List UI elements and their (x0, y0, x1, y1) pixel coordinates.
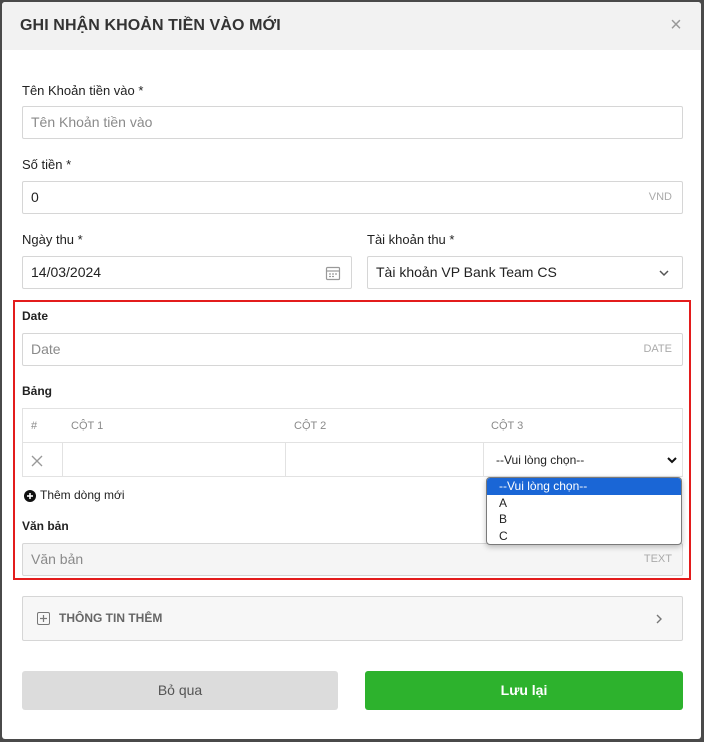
name-label: Tên Khoản tiền vào * (22, 83, 144, 98)
chevron-down-icon (659, 270, 669, 277)
text-field-type: TEXT (643, 553, 672, 565)
delete-row-icon[interactable] (30, 454, 44, 468)
plus-circle-icon (24, 489, 36, 502)
date-received-label: Ngày thu * (22, 232, 83, 247)
name-placeholder: Tên Khoản tiền vào (31, 114, 153, 130)
date-field-placeholder: Date (31, 341, 61, 357)
chevron-down-icon (667, 457, 677, 464)
save-button[interactable]: Lưu lại (365, 671, 683, 710)
column-header-index: # (31, 420, 38, 432)
dropdown-option[interactable]: --Vui lòng chọn-- (487, 478, 681, 495)
modal-dialog: GHI NHẬN KHOẢN TIỀN VÀO MỚI × Tên Khoản … (2, 2, 701, 739)
col3-dropdown-list: --Vui lòng chọn-- A B C (486, 477, 682, 545)
chevron-right-icon (656, 614, 662, 624)
plus-square-icon (37, 612, 50, 625)
date-received-value: 14/03/2024 (31, 264, 102, 280)
date-received-input[interactable]: 14/03/2024 (22, 256, 352, 289)
column-header-3: CỘT 3 (491, 420, 524, 432)
table-cell-col1[interactable] (63, 443, 286, 477)
amount-label: Số tiền * (22, 157, 72, 172)
column-header-1: CỘT 1 (71, 420, 104, 432)
more-info-label: THÔNG TIN THÊM (59, 611, 163, 625)
custom-table: # CỘT 1 CỘT 2 CỘT 3 --Vui lòng chọn-- (22, 408, 683, 477)
add-row-label: Thêm dòng mới (40, 488, 125, 502)
text-field-label: Văn bản (22, 519, 69, 533)
name-input[interactable]: Tên Khoản tiền vào (22, 106, 683, 139)
modal-header: GHI NHẬN KHOẢN TIỀN VÀO MỚI × (2, 2, 701, 50)
dropdown-option[interactable]: C (487, 528, 681, 545)
amount-input[interactable]: 0 VND (22, 181, 683, 214)
amount-currency: VND (648, 191, 672, 203)
add-row-button[interactable]: Thêm dòng mới (24, 488, 125, 502)
calendar-icon[interactable] (325, 265, 341, 281)
account-value: Tài khoản VP Bank Team CS (376, 264, 557, 280)
col3-select-value: --Vui lòng chọn-- (496, 453, 585, 467)
account-select[interactable]: Tài khoản VP Bank Team CS (367, 256, 683, 289)
column-header-2: CỘT 2 (294, 420, 327, 432)
table-cell-col2[interactable] (286, 443, 484, 477)
date-field-type: DATE (643, 343, 672, 355)
date-field-label: Date (22, 309, 49, 323)
text-field-placeholder: Văn bản (31, 551, 84, 567)
table-header: # CỘT 1 CỘT 2 CỘT 3 (23, 409, 682, 443)
amount-value: 0 (31, 189, 39, 205)
text-field-input[interactable]: Văn bản TEXT (22, 543, 683, 576)
date-field-input[interactable]: Date DATE (22, 333, 683, 366)
close-icon[interactable]: × (665, 14, 687, 36)
table-field-label: Bảng (22, 384, 52, 398)
dropdown-option[interactable]: A (487, 495, 681, 512)
modal-title: GHI NHẬN KHOẢN TIỀN VÀO MỚI (20, 17, 281, 34)
table-cell-col3-select[interactable]: --Vui lòng chọn-- (486, 448, 682, 472)
dropdown-option[interactable]: B (487, 511, 681, 528)
account-label: Tài khoản thu * (367, 232, 455, 247)
cancel-button[interactable]: Bỏ qua (22, 671, 338, 710)
more-info-panel[interactable]: THÔNG TIN THÊM (22, 596, 683, 641)
